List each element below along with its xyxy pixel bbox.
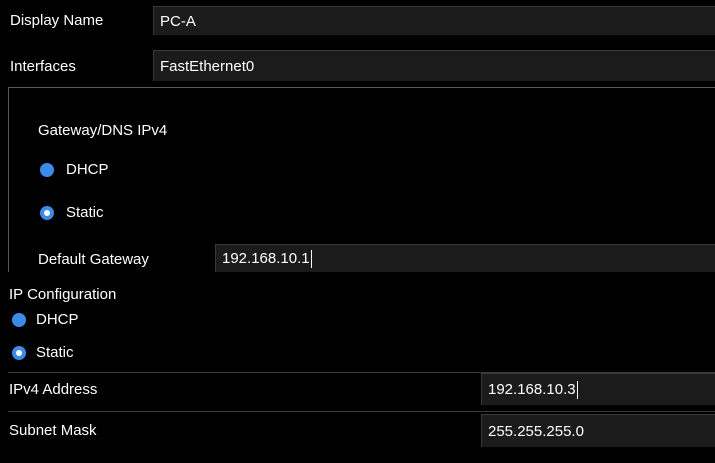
text-caret [310,249,312,268]
interfaces-dropdown[interactable]: FastEthernet0 [153,50,715,81]
display-name-label: Display Name [10,12,104,29]
ip-static-radio[interactable]: Static [12,344,74,361]
ipv4-address-value: 192.168.10.3 [488,381,576,398]
ip-static-label: Static [36,344,74,361]
subnet-mask-label: Subnet Mask [9,422,97,439]
radio-checked-icon [12,345,26,360]
display-name-value: PC-A [160,12,196,30]
divider [8,411,715,412]
gateway-dhcp-label: DHCP [66,161,109,178]
gateway-dhcp-radio[interactable]: DHCP [40,161,109,178]
ipv4-address-label: IPv4 Address [9,381,98,398]
default-gateway-label: Default Gateway [38,251,149,268]
subnet-mask-value: 255.255.255.0 [488,422,584,440]
ip-dhcp-radio[interactable]: DHCP [12,311,79,328]
ip-config-title: IP Configuration [9,286,117,303]
interfaces-value: FastEthernet0 [160,57,255,75]
display-name-field[interactable]: PC-A [153,6,715,35]
interfaces-label: Interfaces [10,58,76,75]
radio-unchecked-icon [12,312,26,327]
gateway-static-radio[interactable]: Static [40,204,104,221]
ip-dhcp-label: DHCP [36,311,79,328]
gateway-static-label: Static [66,204,104,221]
radio-unchecked-icon [40,162,54,177]
ipv4-address-input[interactable]: 192.168.10.3 [481,373,715,405]
gateway-dns-title: Gateway/DNS IPv4 [38,122,168,139]
text-caret [576,380,578,399]
subnet-mask-input[interactable]: 255.255.255.0 [481,414,715,447]
default-gateway-input[interactable]: 192.168.10.1 [215,244,715,272]
radio-checked-icon [40,205,54,220]
default-gateway-value: 192.168.10.1 [222,250,310,267]
